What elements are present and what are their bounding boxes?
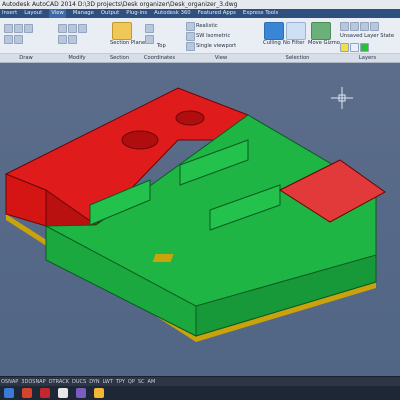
view-cube-icon <box>186 32 195 41</box>
ribbon: Section Plane Top Realistic SW Isometric… <box>0 18 400 63</box>
section-plane-icon[interactable] <box>112 22 132 40</box>
tab-plugins[interactable]: Plug-ins <box>126 9 147 18</box>
layer-state-dropdown[interactable]: Unsaved Layer State <box>340 33 394 39</box>
tab-output[interactable]: Output <box>101 9 119 18</box>
menu-bar: Insert Layout View Manage Output Plug-in… <box>0 9 400 18</box>
copy-icon[interactable] <box>58 35 67 44</box>
layer-freeze-icon[interactable] <box>360 22 369 31</box>
rotate-icon[interactable] <box>68 24 77 33</box>
arc-icon[interactable] <box>24 24 33 33</box>
filter-icon[interactable] <box>286 22 306 40</box>
visual-style-dropdown[interactable]: Realistic <box>196 23 218 29</box>
layer-color-icon[interactable] <box>360 43 369 52</box>
sun-icon[interactable] <box>350 43 359 52</box>
no-filter-dropdown[interactable]: No Filter <box>283 40 305 46</box>
panel-title-selection: Selection <box>285 55 310 61</box>
polyline-icon[interactable] <box>4 24 13 33</box>
ucs-icon[interactable] <box>145 24 154 33</box>
ribbon-panel-titles: Draw Modify Section Coordinates View Sel… <box>0 53 400 62</box>
tab-express-tools[interactable]: Express Tools <box>243 9 278 18</box>
pen-hole-large <box>121 130 159 150</box>
viewport-icon <box>186 42 195 51</box>
layer-off-icon[interactable] <box>350 22 359 31</box>
layer-lock-icon[interactable] <box>370 22 379 31</box>
panel-title-draw: Draw <box>19 55 33 61</box>
tab-manage[interactable]: Manage <box>73 9 94 18</box>
pen-hole-small <box>175 110 205 126</box>
rectangle-icon[interactable] <box>4 35 13 44</box>
taskbar-explorer-icon[interactable] <box>4 388 14 398</box>
crosshair-cursor <box>331 87 353 109</box>
panel-title-modify: Modify <box>68 55 86 61</box>
lightbulb-icon[interactable] <box>340 43 349 52</box>
move-icon[interactable] <box>58 24 67 33</box>
panel-title-coordinates: Coordinates <box>143 55 176 61</box>
taskbar <box>0 386 400 400</box>
circle-icon[interactable] <box>14 24 23 33</box>
taskbar-app2-icon[interactable] <box>76 388 86 398</box>
layer-properties-icon[interactable] <box>340 22 349 31</box>
panel-title-layers: Layers <box>358 55 377 61</box>
visual-style-icon <box>186 22 195 31</box>
taskbar-browser-icon[interactable] <box>22 388 32 398</box>
panel-title-view: View <box>214 55 228 61</box>
mirror-icon[interactable] <box>68 35 77 44</box>
taskbar-autocad-icon[interactable] <box>40 388 50 398</box>
model-canvas <box>4 87 386 342</box>
taskbar-app3-icon[interactable] <box>94 388 104 398</box>
ucs-world-icon[interactable] <box>145 35 154 44</box>
tab-featured-apps[interactable]: Featured Apps <box>198 9 236 18</box>
section-plane-button[interactable]: Section Plane <box>110 40 145 46</box>
move-gizmo-icon[interactable] <box>311 22 331 40</box>
tab-autodesk-360[interactable]: Autodesk 360 <box>154 9 191 18</box>
tab-layout[interactable]: Layout <box>24 9 42 18</box>
hatch-icon[interactable] <box>14 35 23 44</box>
window-title: Autodesk AutoCAD 2014 D:\3D projects\Des… <box>2 1 238 8</box>
viewport-dropdown[interactable]: Single viewport <box>196 43 236 49</box>
trim-icon[interactable] <box>78 24 87 33</box>
view-top-dropdown[interactable]: Top <box>157 43 166 49</box>
culling-icon[interactable] <box>264 22 284 40</box>
panel-title-section: Section <box>109 55 130 61</box>
tab-insert[interactable]: Insert <box>2 9 17 18</box>
view-dropdown[interactable]: SW Isometric <box>196 33 230 39</box>
move-gizmo-dropdown[interactable]: Move Gizmo <box>308 40 340 46</box>
3d-viewport[interactable] <box>0 63 400 376</box>
tab-view[interactable]: View <box>49 9 66 18</box>
culling-button[interactable]: Culling <box>263 40 281 46</box>
gold-block <box>152 254 174 262</box>
taskbar-app-icon[interactable] <box>58 388 68 398</box>
